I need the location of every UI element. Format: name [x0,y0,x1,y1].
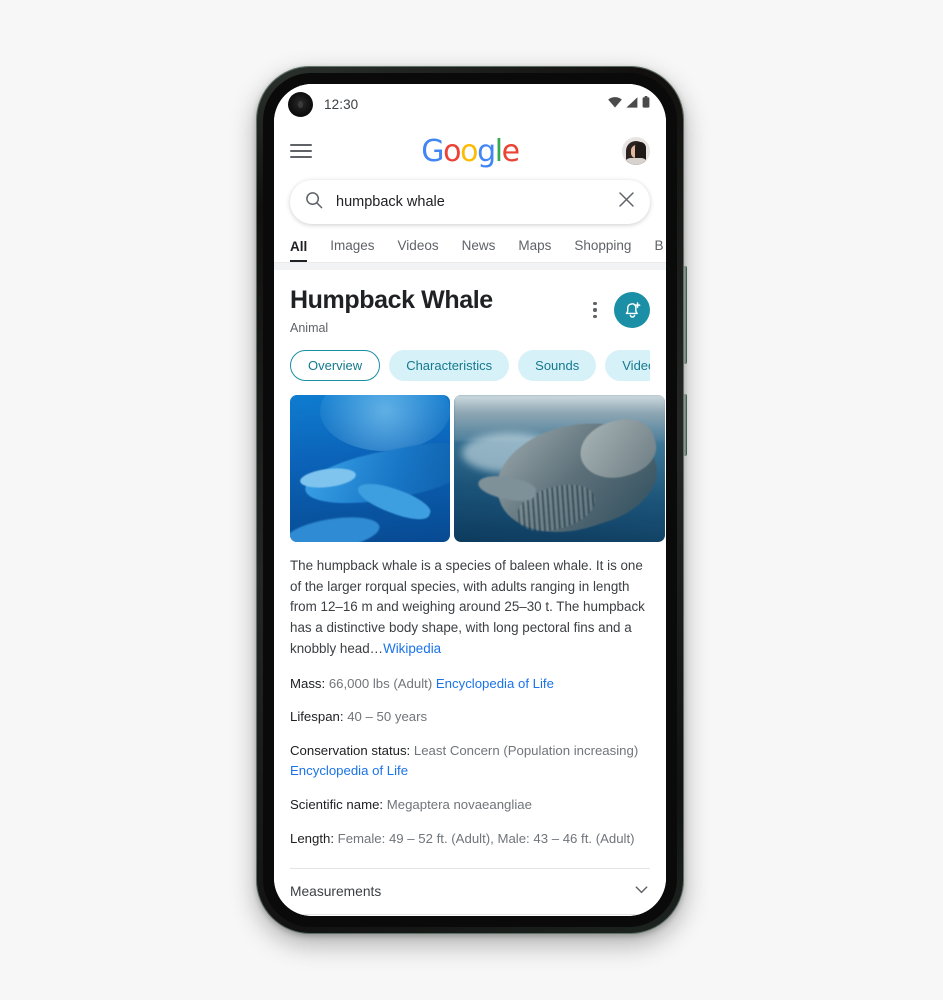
fact-source-link[interactable]: Encyclopedia of Life [290,763,408,778]
expandable-sections: Measurements Population [290,868,650,916]
fact-label: Mass: [290,675,329,691]
wifi-icon [608,95,622,113]
google-logo-letter-2: o [460,133,478,169]
chip-overview[interactable]: Overview [290,349,381,381]
google-logo-letter-0: G [421,133,444,169]
tab-b[interactable]: B [654,238,663,262]
phone-device-frame: 12:30 Google humpback whale All Images V… [256,66,687,934]
fact-value: Megaptera novaeangliae [386,796,532,812]
entity-facts-list: Mass: 66,000 lbs (Adult) Encyclopedia of… [290,674,650,849]
fact-value: 66,000 lbs (Adult) [328,675,436,691]
user-profile-avatar[interactable] [622,137,650,165]
app-header: Google [274,124,666,178]
fact-label: Length: [290,830,338,846]
front-camera-punch-hole-icon [288,91,313,117]
fact-row: Mass: 66,000 lbs (Adult) Encyclopedia of… [290,674,650,694]
humpback-whale-photo-blue-water[interactable] [290,394,450,542]
fact-label: Conservation status: [290,743,414,759]
fact-source-link[interactable]: Encyclopedia of Life [436,676,554,691]
tab-all[interactable]: All [290,239,308,262]
search-result-tabs: All Images Videos News Maps Shopping B [274,224,666,262]
knowledge-panel: Humpback Whale Animal Overview Character… [274,270,666,916]
content-separator [274,263,666,270]
chevron-down-icon [633,881,650,903]
entity-category-label: Animal [290,320,329,335]
search-input[interactable]: humpback whale [336,194,618,210]
tab-news[interactable]: News [462,238,496,262]
overflow-menu-icon[interactable] [585,297,605,323]
fact-row: Length: Female: 49 – 52 ft. (Adult), Mal… [290,829,650,849]
status-bar-icons [608,95,650,113]
google-logo-letter-5: e [501,133,520,169]
volume-rocker-button[interactable] [683,266,687,364]
fact-value: Female: 49 – 52 ft. (Adult), Male: 43 – … [337,830,635,846]
chip-sounds[interactable]: Sounds [518,349,597,381]
tab-images[interactable]: Images [330,238,374,262]
fact-value: Least Concern (Population increasing) [413,743,639,759]
knowledge-panel-chips: OverviewCharacteristicsSoundsVideos [290,349,650,381]
accordion-label: Measurements [290,884,382,900]
fact-row: Scientific name: Megaptera novaeangliae [290,795,650,815]
humpback-whale-photo-near-surface[interactable] [454,394,665,542]
page-title: Humpback Whale [290,286,493,314]
fact-row: Lifespan: 40 – 50 years [290,707,650,727]
fact-label: Lifespan: [290,709,348,725]
title-block: Humpback Whale Animal [290,286,585,335]
image-carousel [290,394,666,542]
status-bar: 12:30 [274,84,666,124]
tab-videos[interactable]: Videos [398,238,439,262]
search-bar-container: humpback whale [274,178,666,224]
entity-description: The humpback whale is a species of balee… [290,556,650,660]
knowledge-panel-header: Humpback Whale Animal [290,270,650,335]
tab-shopping[interactable]: Shopping [574,238,631,262]
add-notification-bell-icon[interactable] [614,292,650,328]
cell-signal-icon [626,95,638,113]
fact-row: Conservation status: Least Concern (Popu… [290,741,650,781]
accordion-population[interactable]: Population [290,914,650,916]
phone-screen: 12:30 Google humpback whale All Images V… [274,84,666,916]
fact-value: 40 – 50 years [347,709,428,725]
hamburger-menu-icon[interactable] [290,144,312,158]
search-bar[interactable]: humpback whale [290,180,650,224]
search-icon [305,191,323,214]
accordion-measurements[interactable]: Measurements [290,868,650,914]
google-logo-letter-1: o [443,133,461,169]
chip-characteristics[interactable]: Characteristics [389,349,510,381]
close-icon[interactable] [618,191,635,213]
google-logo: Google [421,133,520,169]
power-button[interactable] [683,394,687,456]
tab-maps[interactable]: Maps [518,238,551,262]
google-logo-letter-3: g [477,133,496,169]
fact-label: Scientific name: [290,796,387,812]
header-actions [585,286,650,328]
description-source-link[interactable]: Wikipedia [383,641,441,656]
status-bar-time: 12:30 [324,96,359,112]
chip-videos[interactable]: Videos [605,349,650,381]
battery-icon [642,95,650,113]
description-text: The humpback whale is a species of balee… [290,557,645,656]
